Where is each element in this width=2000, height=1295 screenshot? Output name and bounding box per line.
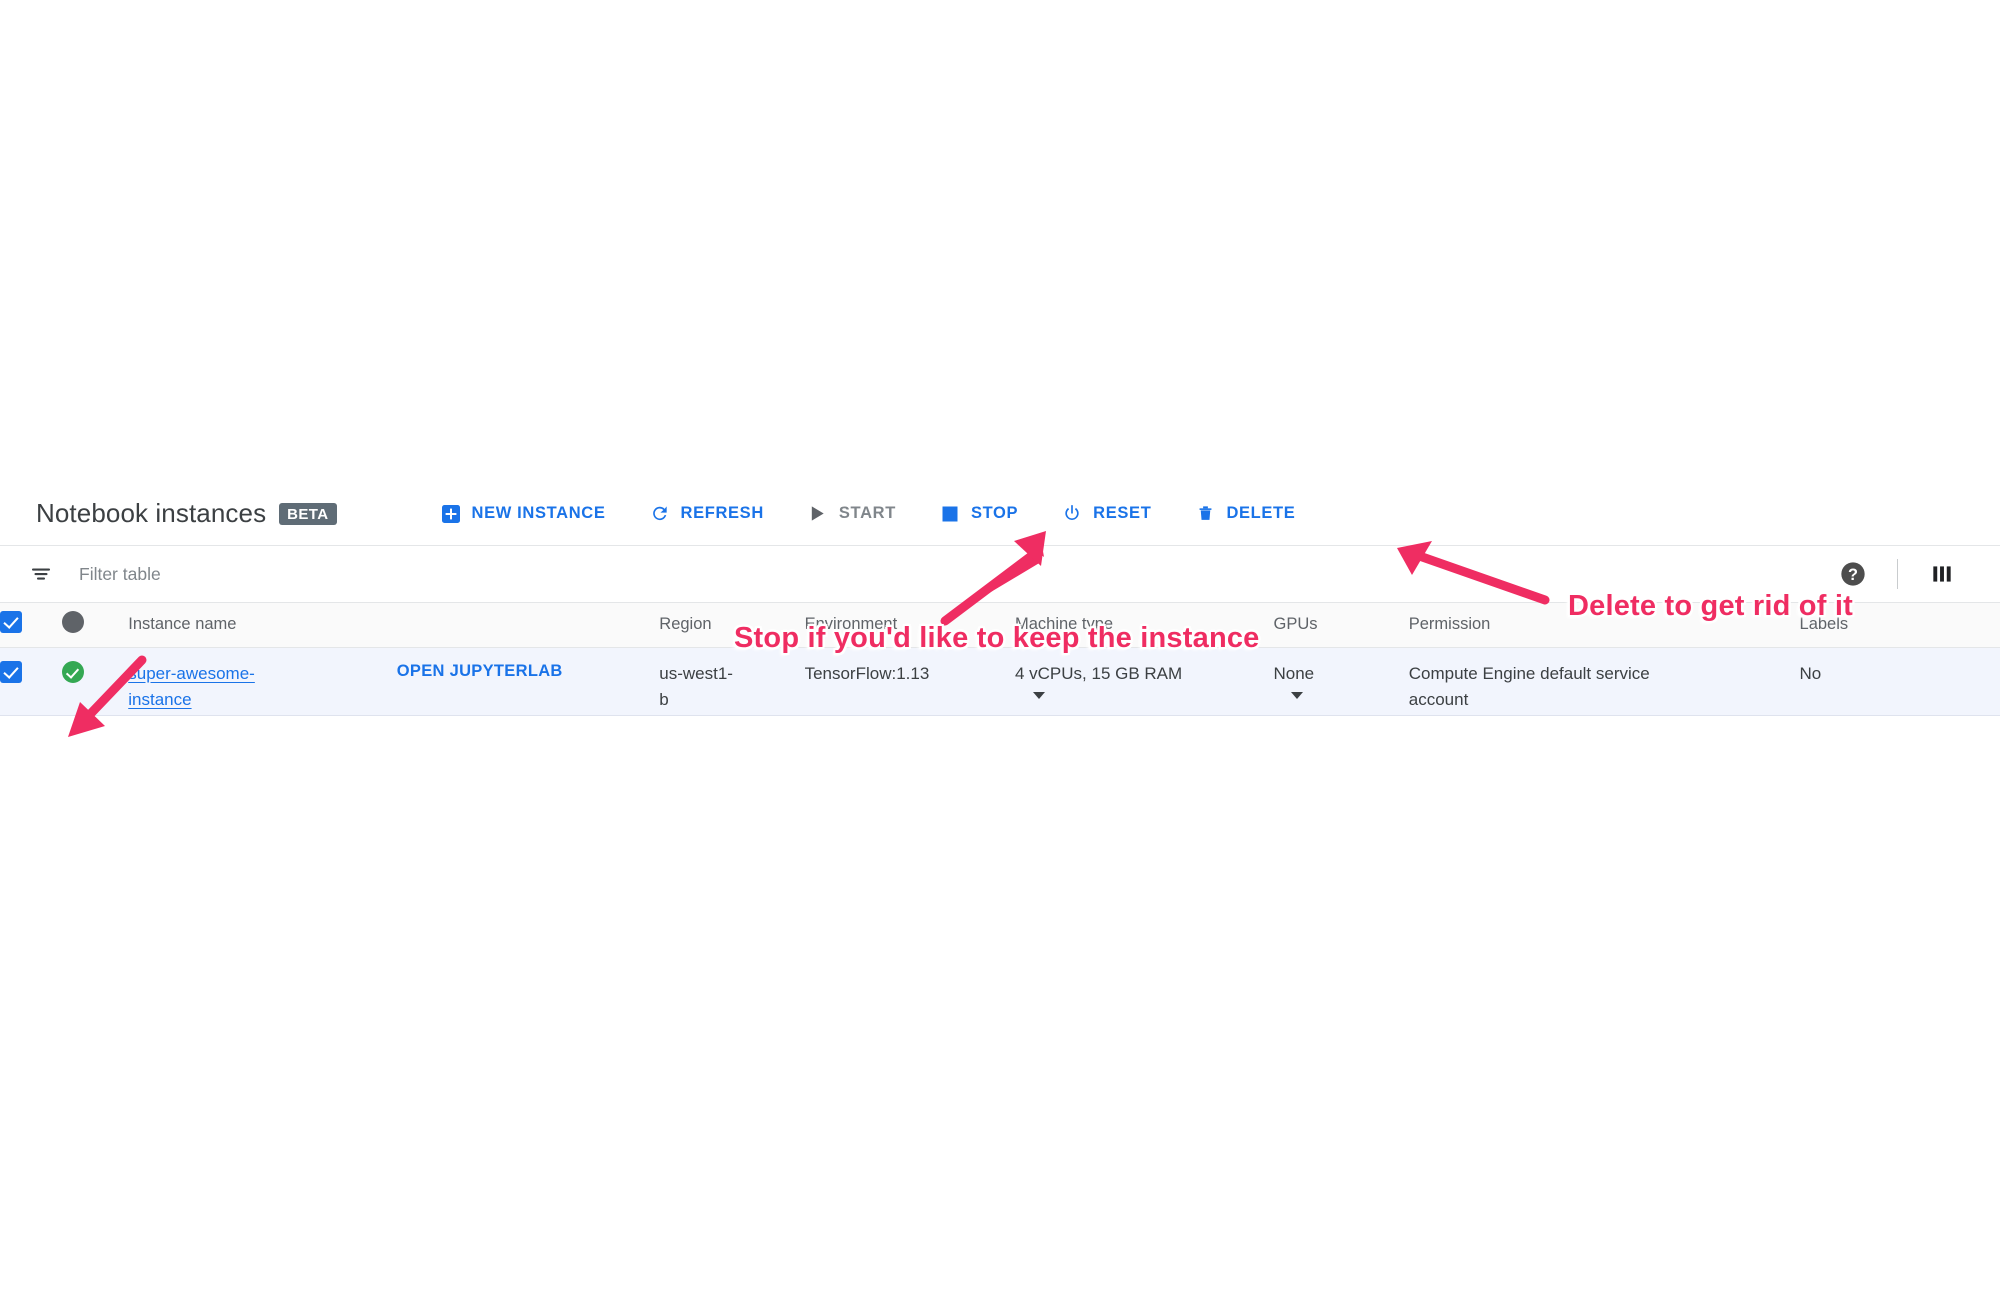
reset-label: RESET bbox=[1093, 504, 1152, 522]
row-machine-type-cell: 4 vCPUs, 15 GB RAM bbox=[1014, 647, 1274, 716]
screenshot-root: Notebook instances BETA NEW INSTANCE REF… bbox=[0, 0, 2000, 1295]
delete-label: DELETE bbox=[1226, 504, 1296, 522]
header-environment[interactable]: Environment bbox=[804, 603, 1015, 648]
row-region-cell: us-west1- b bbox=[659, 647, 805, 716]
notebook-instances-panel: Notebook instances BETA NEW INSTANCE REF… bbox=[0, 482, 2000, 716]
gpus-dropdown-caret-icon[interactable] bbox=[1291, 691, 1304, 699]
header-region[interactable]: Region bbox=[659, 603, 805, 648]
trash-icon bbox=[1195, 504, 1215, 524]
row-select-cell bbox=[0, 647, 63, 716]
filter-bar-actions: ? bbox=[1831, 546, 1970, 602]
gpus-value: None bbox=[1273, 663, 1315, 683]
row-status-cell bbox=[62, 647, 129, 716]
table-row[interactable]: super-awesome- instance OPEN JUPYTERLAB … bbox=[0, 647, 2000, 716]
stop-label: STOP bbox=[970, 504, 1019, 522]
header-gpus[interactable]: GPUs bbox=[1273, 603, 1409, 648]
region-value-2: b bbox=[659, 689, 669, 709]
status-dot-icon bbox=[62, 611, 85, 634]
row-gpus-cell: None bbox=[1273, 647, 1409, 716]
start-button[interactable]: START bbox=[786, 496, 918, 532]
header-permission[interactable]: Permission bbox=[1408, 603, 1800, 648]
header-labels[interactable]: Labels bbox=[1799, 603, 2000, 648]
plus-box-icon bbox=[441, 504, 461, 524]
table-header-row: Instance name Region Environment Machine… bbox=[0, 603, 2000, 648]
help-circle-icon[interactable]: ? bbox=[1831, 552, 1875, 596]
machine-type-value: 4 vCPUs, 15 GB RAM bbox=[1014, 663, 1183, 683]
row-permission-cell: Compute Engine default service account bbox=[1408, 647, 1800, 716]
environment-value: TensorFlow:1.13 bbox=[804, 663, 930, 683]
refresh-label: REFRESH bbox=[680, 504, 764, 522]
delete-button[interactable]: DELETE bbox=[1173, 496, 1317, 532]
page-header: Notebook instances BETA NEW INSTANCE REF… bbox=[0, 482, 2000, 546]
refresh-button[interactable]: REFRESH bbox=[628, 496, 786, 532]
open-jupyterlab-link[interactable]: OPEN JUPYTERLAB bbox=[397, 662, 563, 680]
select-all-header bbox=[0, 603, 63, 648]
labels-value: No bbox=[1799, 663, 1822, 683]
action-toolbar: NEW INSTANCE REFRESH START STOP RESET DE… bbox=[419, 496, 1318, 532]
new-instance-button[interactable]: NEW INSTANCE bbox=[419, 496, 628, 532]
toolbar-divider bbox=[1897, 559, 1898, 589]
filter-input[interactable]: Filter table bbox=[79, 564, 161, 585]
status-header bbox=[62, 603, 129, 648]
column-settings-icon[interactable] bbox=[1920, 552, 1964, 596]
page-title: Notebook instances bbox=[36, 498, 267, 528]
svg-text:?: ? bbox=[1848, 566, 1858, 584]
header-jupyterlab-blank bbox=[396, 603, 660, 648]
row-checkbox[interactable] bbox=[0, 660, 22, 683]
select-all-checkbox[interactable] bbox=[0, 611, 22, 634]
instance-name-link-2[interactable]: instance bbox=[128, 690, 191, 709]
header-machine-type[interactable]: Machine type bbox=[1014, 603, 1274, 648]
beta-badge: BETA bbox=[279, 502, 337, 525]
permission-value-1: Compute Engine default service bbox=[1408, 663, 1650, 683]
filter-bar: Filter table ? bbox=[0, 546, 2000, 603]
instance-name-link[interactable]: super-awesome- bbox=[128, 664, 255, 683]
start-label: START bbox=[838, 504, 896, 522]
status-healthy-icon bbox=[62, 660, 85, 683]
notebook-instances-table: Instance name Region Environment Machine… bbox=[0, 603, 2000, 716]
play-icon bbox=[808, 504, 828, 524]
region-value-1: us-west1- bbox=[659, 663, 733, 683]
header-instance-name[interactable]: Instance name bbox=[128, 603, 397, 648]
machine-type-dropdown-caret-icon[interactable] bbox=[1032, 691, 1045, 699]
new-instance-label: NEW INSTANCE bbox=[471, 504, 606, 522]
reset-button[interactable]: RESET bbox=[1040, 496, 1173, 532]
filter-icon[interactable] bbox=[28, 561, 54, 587]
stop-square-icon bbox=[940, 504, 960, 524]
permission-value-2: account bbox=[1408, 689, 1469, 709]
row-environment-cell: TensorFlow:1.13 bbox=[804, 647, 1015, 716]
power-icon bbox=[1062, 504, 1082, 524]
row-labels-cell: No bbox=[1799, 647, 2000, 716]
row-jupyterlab-cell: OPEN JUPYTERLAB bbox=[396, 647, 660, 716]
refresh-icon bbox=[650, 504, 670, 524]
row-instance-name-cell: super-awesome- instance bbox=[128, 647, 397, 716]
stop-button[interactable]: STOP bbox=[918, 496, 1040, 532]
